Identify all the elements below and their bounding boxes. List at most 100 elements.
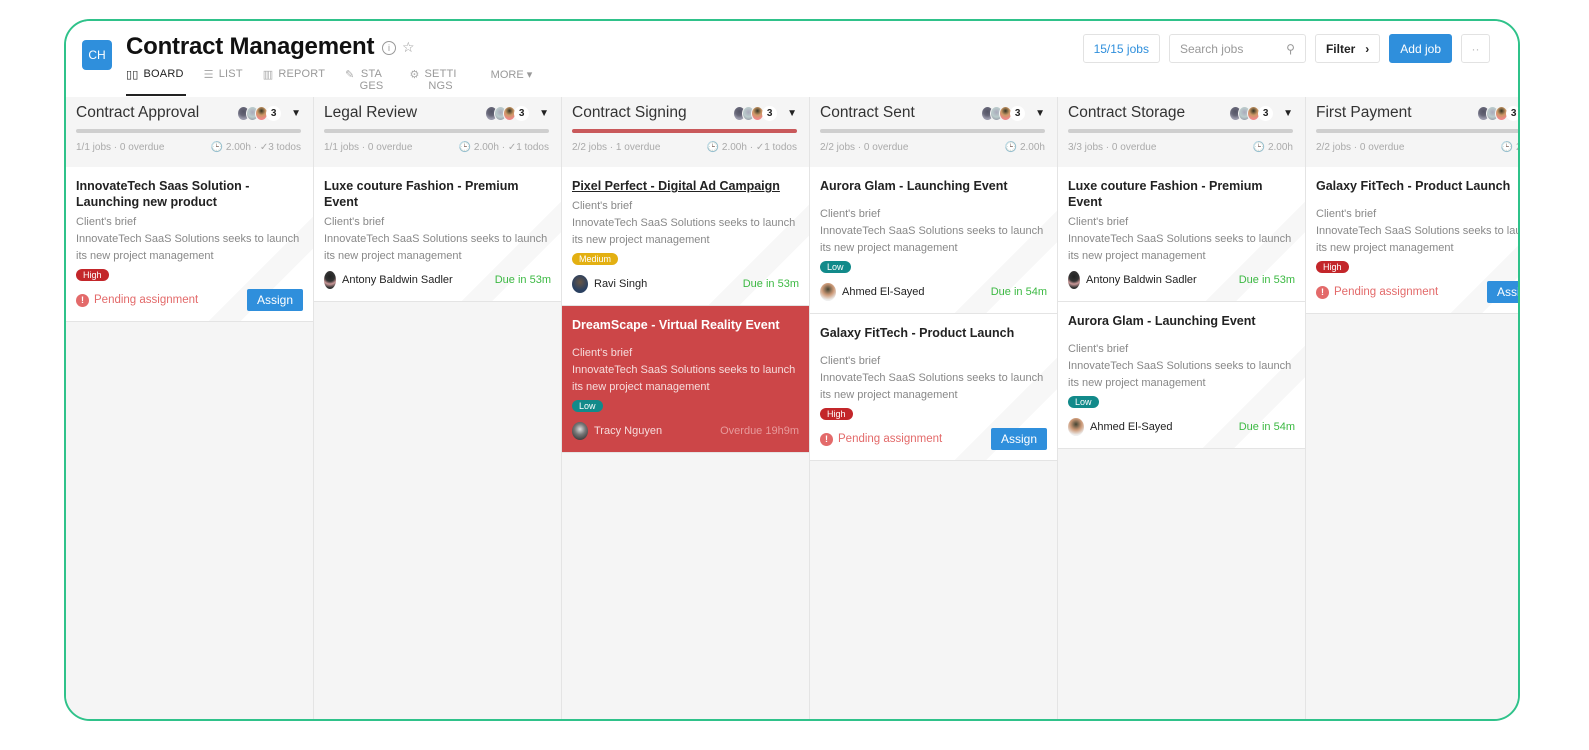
assignee[interactable]: Antony Baldwin Sadler <box>324 271 453 289</box>
job-title[interactable]: Luxe couture Fashion - Premium Event <box>324 178 551 210</box>
column-header: Contract Signing 3 ▼ 2/2 jobs · 1 overdu… <box>562 97 809 167</box>
job-title[interactable]: Aurora Glam - Launching Event <box>820 178 1047 194</box>
job-title[interactable]: Luxe couture Fashion - Premium Event <box>1068 178 1295 210</box>
job-card[interactable]: Galaxy FitTech - Product Launch Client's… <box>810 314 1057 461</box>
pending-assignment-status: ! Pending assignment <box>820 432 942 446</box>
job-title[interactable]: InnovateTech Saas Solution - Launching n… <box>76 178 303 210</box>
assign-button[interactable]: Assign <box>1486 281 1518 303</box>
column-jobs-meta: 3/3 jobs · 0 overdue <box>1068 142 1157 153</box>
client-brief: Client's brief InnovateTech SaaS Solutio… <box>820 208 1044 254</box>
priority-badge: High <box>820 408 853 420</box>
column-header: First Payment 3 ▼ 2/2 jobs · 0 overdue 🕒… <box>1306 97 1518 167</box>
assign-button[interactable]: Assign <box>246 289 303 311</box>
assign-button[interactable]: Assign <box>990 428 1047 450</box>
column-time-meta: 🕒 2.00h · ✓1 todos <box>458 142 549 153</box>
assignee[interactable]: Antony Baldwin Sadler <box>1068 271 1197 289</box>
add-job-button[interactable]: Add job <box>1389 34 1452 63</box>
info-icon[interactable]: i <box>382 41 396 55</box>
priority-badge: Low <box>1068 396 1099 408</box>
job-card[interactable]: Luxe couture Fashion - Premium Event Cli… <box>1058 167 1305 302</box>
column-members[interactable]: 3 ▼ <box>237 105 301 121</box>
job-title[interactable]: Aurora Glam - Launching Event <box>1068 313 1295 329</box>
client-brief: Client's brief InnovateTech SaaS Solutio… <box>572 200 796 246</box>
assignee[interactable]: Ravi Singh <box>572 275 647 293</box>
tab-more[interactable]: MORE ▾ <box>491 68 533 81</box>
column-members[interactable]: 3 ▼ <box>485 105 549 121</box>
caret-down-icon[interactable]: ▼ <box>787 108 797 119</box>
search-input[interactable]: Search jobs ⚲ <box>1168 34 1306 63</box>
column-members[interactable]: 3 ▼ <box>981 105 1045 121</box>
client-brief: Client's brief InnovateTech SaaS Solutio… <box>76 216 300 262</box>
caret-down-icon[interactable]: ▼ <box>1283 108 1293 119</box>
tab-report[interactable]: ▥ REPORT <box>263 68 325 96</box>
due-status: Due in 53m <box>494 274 551 286</box>
job-title[interactable]: Pixel Perfect - Digital Ad Campaign <box>572 178 799 194</box>
column-time-meta: 🕒 2.00h · ✓1 todos <box>706 142 797 153</box>
alert-icon: ! <box>76 293 89 307</box>
jobs-count-button[interactable]: 15/15 jobs <box>1082 34 1160 63</box>
view-tabs: ▯▯ BOARD ☰ LIST ▥ REPORT ✎ STA GES ⚙ SETTI NG… <box>126 68 532 96</box>
job-card[interactable]: Luxe couture Fashion - Premium Event Cli… <box>314 167 561 302</box>
due-status: Due in 54m <box>990 286 1047 298</box>
job-title[interactable]: Galaxy FitTech - Product Launch <box>1316 178 1518 194</box>
column-members[interactable]: 3 ▼ <box>1229 105 1293 121</box>
board-column: Contract Approval 3 ▼ 1/1 jobs · 0 overd… <box>66 97 314 719</box>
more-button[interactable]: ·· <box>1461 34 1490 63</box>
job-title[interactable]: DreamScape - Virtual Reality Event <box>572 317 799 333</box>
job-card[interactable]: Aurora Glam - Launching Event Client's b… <box>1058 302 1305 449</box>
toolbar: 15/15 jobs Search jobs ⚲ Filter › Add job … <box>1082 34 1490 63</box>
filter-button[interactable]: Filter › <box>1314 34 1381 63</box>
tab-stages[interactable]: ✎ STA GES <box>345 68 383 96</box>
tab-board[interactable]: ▯▯ BOARD <box>126 68 186 96</box>
job-title[interactable]: Galaxy FitTech - Product Launch <box>820 325 1047 341</box>
column-progress-bar <box>572 129 797 133</box>
job-card[interactable]: Aurora Glam - Launching Event Client's b… <box>810 167 1057 314</box>
column-members[interactable]: 3 ▼ <box>733 105 797 121</box>
job-card[interactable]: InnovateTech Saas Solution - Launching n… <box>66 167 313 322</box>
edit-icon: ✎ <box>345 69 355 81</box>
priority-badge: High <box>1316 261 1349 273</box>
app-window: CH Contract Management i ☆ ▯▯ BOARD ☰ LIST… <box>64 19 1520 721</box>
alert-icon: ! <box>820 432 833 446</box>
caret-down-icon[interactable]: ▼ <box>539 108 549 119</box>
tab-settings[interactable]: ⚙ SETTI NGS <box>409 68 456 96</box>
assignee[interactable]: Ahmed El-Sayed <box>820 283 925 301</box>
job-card[interactable]: Pixel Perfect - Digital Ad Campaign Clie… <box>562 167 809 306</box>
client-brief: Client's brief InnovateTech SaaS Solutio… <box>1068 216 1292 262</box>
assignee[interactable]: Tracy Nguyen <box>572 422 662 440</box>
header: CH Contract Management i ☆ ▯▯ BOARD ☰ LIST… <box>66 21 1518 97</box>
column-members[interactable]: 3 ▼ <box>1477 105 1518 121</box>
pending-assignment-status: ! Pending assignment <box>1316 285 1438 299</box>
column-header: Contract Approval 3 ▼ 1/1 jobs · 0 overd… <box>66 97 313 167</box>
column-jobs-meta: 2/2 jobs · 0 overdue <box>820 142 909 153</box>
column-jobs-meta: 2/2 jobs · 1 overdue <box>572 142 661 153</box>
client-brief: Client's brief InnovateTech SaaS Solutio… <box>820 355 1044 401</box>
priority-badge: Low <box>820 261 851 273</box>
due-status: Overdue 19h9m <box>720 425 799 437</box>
job-card[interactable]: DreamScape - Virtual Reality Event Clien… <box>562 306 809 453</box>
priority-badge: Low <box>572 400 603 412</box>
column-time-meta: 🕒 2.00h <box>1252 142 1293 153</box>
column-jobs-meta: 1/1 jobs · 0 overdue <box>324 142 413 153</box>
due-status: Due in 53m <box>1238 274 1295 286</box>
client-brief: Client's brief InnovateTech SaaS Solutio… <box>1068 343 1292 389</box>
page-title: Contract Management <box>126 33 375 60</box>
column-jobs-meta: 2/2 jobs · 0 overdue <box>1316 142 1405 153</box>
project-logo: CH <box>82 40 112 70</box>
assignee[interactable]: Ahmed El-Sayed <box>1068 418 1173 436</box>
caret-down-icon[interactable]: ▼ <box>1035 108 1045 119</box>
search-icon: ⚲ <box>1286 41 1295 56</box>
column-time-meta: 🕒 2.00h <box>1004 142 1045 153</box>
avatar <box>324 271 336 289</box>
list-icon: ☰ <box>203 69 214 81</box>
job-card[interactable]: Galaxy FitTech - Product Launch Client's… <box>1306 167 1518 314</box>
board-column: First Payment 3 ▼ 2/2 jobs · 0 overdue 🕒… <box>1306 97 1518 719</box>
chevron-right-icon: › <box>1365 41 1370 56</box>
client-brief: Client's brief InnovateTech SaaS Solutio… <box>572 347 796 393</box>
kanban-board: Contract Approval 3 ▼ 1/1 jobs · 0 overd… <box>66 97 1518 719</box>
column-jobs-meta: 1/1 jobs · 0 overdue <box>76 142 165 153</box>
tab-list[interactable]: ☰ LIST <box>204 68 243 96</box>
column-progress-bar <box>820 129 1045 133</box>
star-icon[interactable]: ☆ <box>402 39 415 56</box>
caret-down-icon[interactable]: ▼ <box>291 108 301 119</box>
